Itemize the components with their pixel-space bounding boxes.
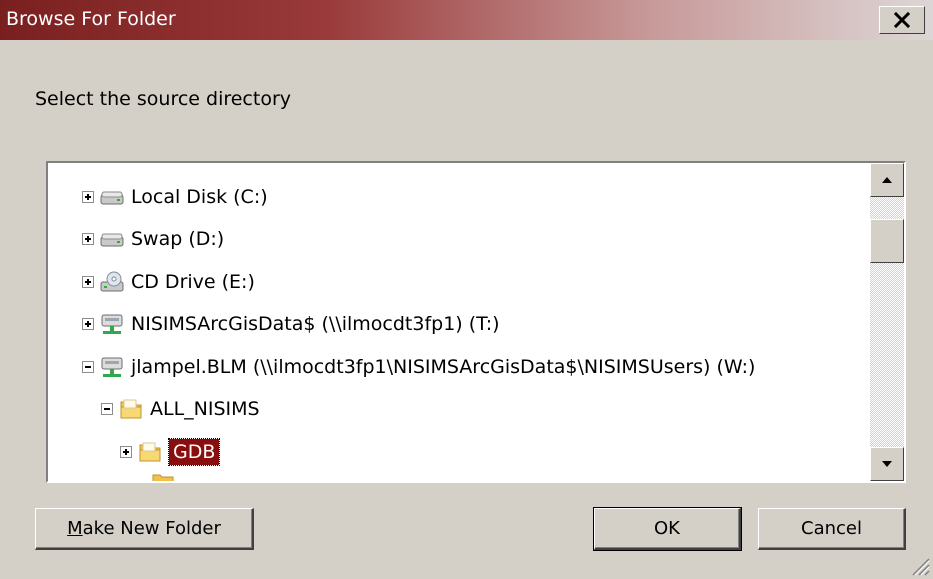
network-drive-icon (101, 314, 123, 334)
folder-icon (152, 474, 174, 481)
expand-icon[interactable] (82, 318, 94, 330)
title-bar[interactable]: Browse For Folder (0, 0, 933, 40)
tree-item-swap[interactable]: Swap (D:) (82, 219, 224, 259)
network-drive-icon (101, 357, 123, 377)
tree-item-all-nisims[interactable]: ALL_NISIMS (101, 389, 260, 429)
arrow-down-icon (882, 461, 892, 467)
folder-icon (120, 399, 142, 419)
instruction-label: Select the source directory (35, 88, 292, 110)
tree-item-label: CD Drive (E:) (131, 271, 255, 293)
folder-icon (139, 442, 161, 462)
tree-item-label: Swap (D:) (131, 228, 225, 250)
ok-label: OK (654, 518, 680, 539)
tree-item-network-w[interactable]: jlampel.BLM (\\ilmocdt3fp1\NISIMSArcGisD… (82, 347, 755, 387)
expand-icon[interactable] (82, 233, 94, 245)
expand-icon[interactable] (82, 191, 94, 203)
tree-item-local-disk[interactable]: Local Disk (C:) (82, 177, 268, 217)
mnemonic-letter: M (67, 518, 83, 539)
expand-icon[interactable] (120, 446, 132, 458)
scroll-thumb[interactable] (870, 219, 904, 263)
cd-drive-icon (100, 271, 124, 292)
tree-item-label: ALL_NISIMS (150, 398, 260, 420)
collapse-icon[interactable] (101, 403, 113, 415)
scroll-up-button[interactable] (870, 163, 904, 197)
tree-item-label: NISIMSArcGisData$ (\\ilmocdt3fp1) (T:) (131, 313, 500, 335)
tree-item-label: Local Disk (C:) (131, 186, 268, 208)
tree-item-label-selected: GDB (167, 438, 221, 466)
hard-drive-icon (100, 191, 124, 205)
window-title: Browse For Folder (6, 8, 176, 30)
expand-icon[interactable] (82, 276, 94, 288)
tree-item-label: jlampel.BLM (\\ilmocdt3fp1\NISIMSArcGisD… (131, 356, 756, 378)
hard-drive-icon (100, 233, 124, 247)
make-new-folder-label: ake New Folder (82, 518, 221, 539)
arrow-up-icon (882, 177, 892, 183)
close-button[interactable] (879, 6, 925, 34)
scroll-down-button[interactable] (870, 447, 904, 481)
folder-tree[interactable]: Local Disk (C:) Swap (D:) CD Drive (E:) (46, 161, 906, 483)
vertical-scrollbar[interactable] (870, 163, 904, 481)
ok-button[interactable]: OK (593, 507, 742, 551)
tree-item-network-t[interactable]: NISIMSArcGisData$ (\\ilmocdt3fp1) (T:) (82, 304, 500, 344)
cancel-label: Cancel (801, 518, 862, 539)
collapse-icon[interactable] (82, 361, 94, 373)
close-icon (894, 12, 910, 28)
cancel-button[interactable]: Cancel (758, 508, 906, 550)
resize-grip-icon[interactable] (905, 551, 931, 577)
tree-item-gdb[interactable]: GDB (120, 432, 221, 472)
make-new-folder-button[interactable]: Make New Folder (35, 508, 254, 550)
tree-item-cd-drive[interactable]: CD Drive (E:) (82, 262, 255, 302)
